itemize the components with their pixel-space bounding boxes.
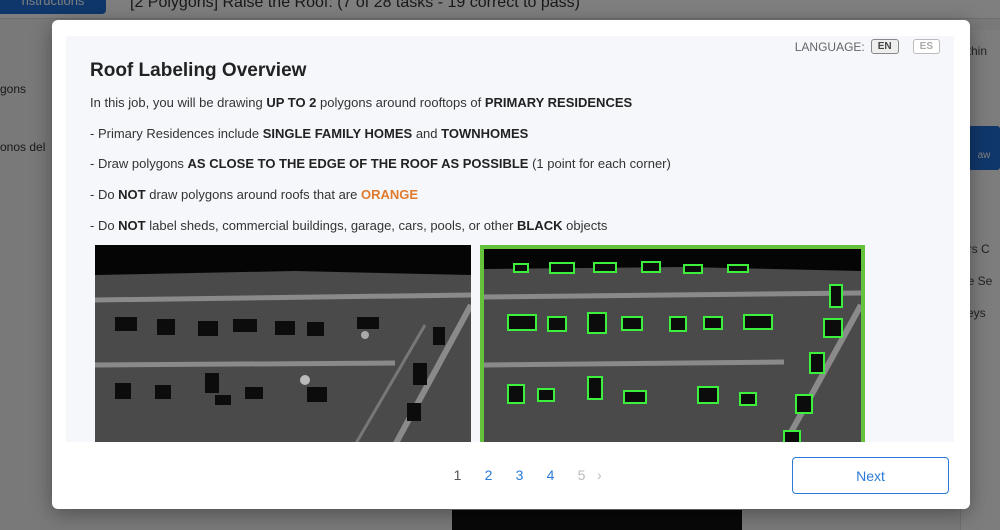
emphasis: BLACK — [517, 218, 563, 233]
text: (1 point for each corner) — [528, 156, 671, 171]
page-4-button[interactable]: 4 — [535, 467, 566, 483]
instructions-content: LANGUAGE: EN ES Roof Labeling Overview I… — [66, 36, 954, 442]
text: label sheds, commercial buildings, garag… — [145, 218, 518, 233]
text: polygons around rooftops of — [316, 95, 485, 110]
page-5-button[interactable]: 5 — [566, 467, 597, 483]
text: - Primary Residences include — [90, 126, 263, 141]
instruction-line-3: - Draw polygons AS CLOSE TO THE EDGE OF … — [90, 156, 671, 171]
instruction-line-2: - Primary Residences include SINGLE FAMI… — [90, 126, 528, 141]
language-selector: LANGUAGE: EN ES — [795, 39, 940, 54]
chevron-right-icon[interactable]: › — [597, 467, 611, 483]
orange-emphasis: ORANGE — [360, 187, 419, 202]
page-3-button[interactable]: 3 — [504, 467, 535, 483]
emphasis: SINGLE FAMILY HOMES — [262, 126, 413, 141]
text: - Do — [90, 187, 119, 202]
page-title: Roof Labeling Overview — [90, 60, 307, 81]
language-es-button[interactable]: ES — [912, 39, 940, 54]
aerial-image-labeled — [480, 245, 865, 442]
page-2-button[interactable]: 2 — [473, 467, 504, 483]
text: draw polygons around roofs that are — [145, 187, 361, 202]
instruction-line-1: In this job, you will be drawing UP TO 2… — [90, 95, 632, 110]
instruction-line-5: - Do NOT label sheds, commercial buildin… — [90, 218, 607, 233]
emphasis: PRIMARY RESIDENCES — [484, 95, 633, 110]
language-label: LANGUAGE: — [794, 39, 865, 54]
emphasis: UP TO 2 — [266, 95, 317, 110]
emphasis: TOWNHOMES — [441, 126, 529, 141]
text: - Do — [90, 218, 119, 233]
text: objects — [562, 218, 608, 233]
instruction-line-4: - Do NOT draw polygons around roofs that… — [90, 187, 418, 202]
aerial-image-unlabeled — [95, 245, 471, 442]
emphasis: AS CLOSE TO THE EDGE OF THE ROOF AS POSS… — [187, 156, 529, 171]
emphasis: NOT — [118, 187, 146, 202]
text: and — [412, 126, 442, 141]
instructions-modal: LANGUAGE: EN ES Roof Labeling Overview I… — [52, 20, 970, 509]
text: In this job, you will be drawing — [90, 95, 267, 110]
emphasis: NOT — [118, 218, 146, 233]
next-button[interactable]: Next — [792, 457, 949, 494]
pagination: 1 2 3 4 5 › — [442, 467, 611, 483]
language-en-button[interactable]: EN — [870, 39, 899, 54]
page-1-button[interactable]: 1 — [442, 467, 473, 483]
text: - Draw polygons — [90, 156, 188, 171]
